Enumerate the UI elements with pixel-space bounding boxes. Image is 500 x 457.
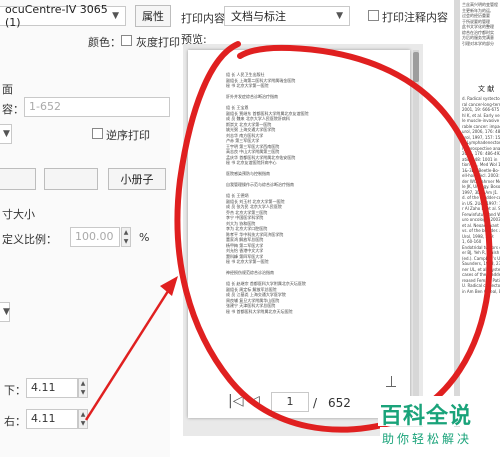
red-arrow-line [84,287,172,421]
watermark-title: 百科全说 [380,404,473,429]
annotation-overlay [84,41,493,433]
watermark-subtitle: 助你轻松解决 [382,432,473,446]
red-circle-annotation [174,41,493,433]
red-arrow-head [160,276,178,296]
